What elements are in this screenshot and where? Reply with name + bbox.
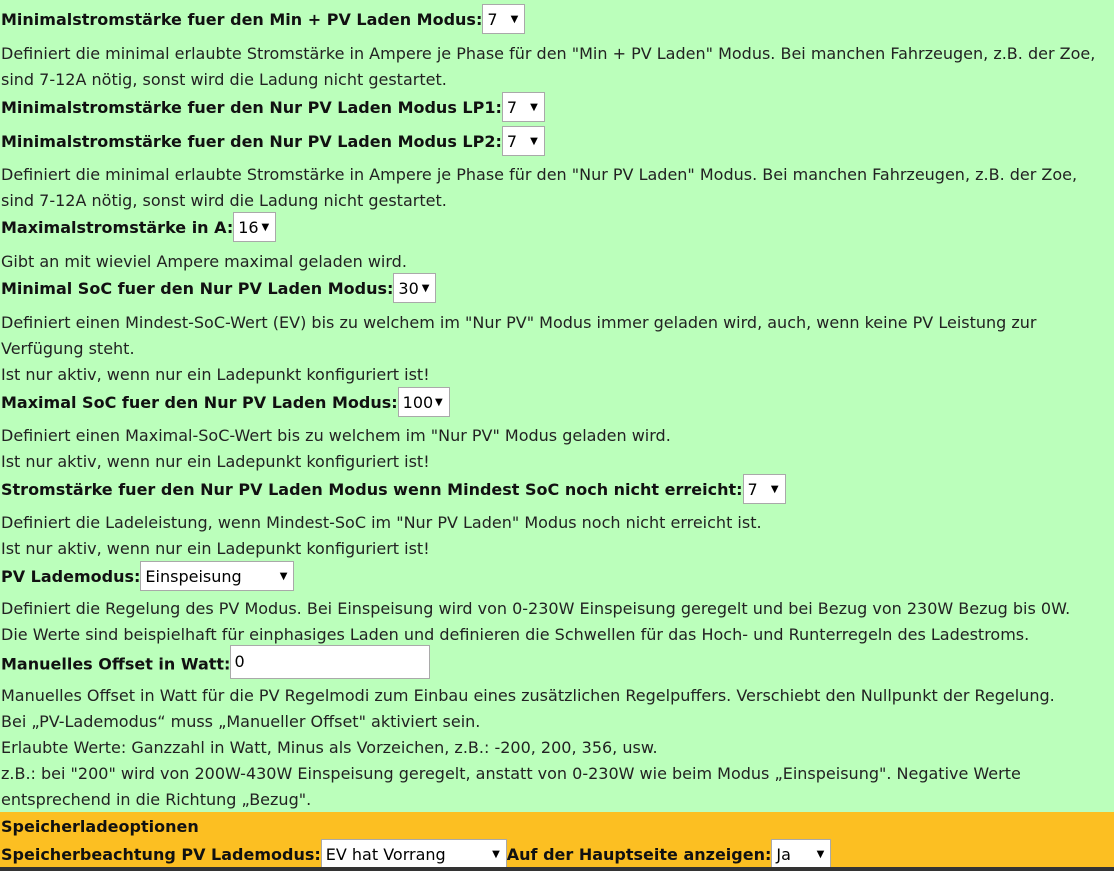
bottom-divider [0, 867, 1114, 871]
storage-heading: Speicherladeoptionen [1, 817, 199, 836]
storage-mode-label: Speicherbeachtung PV Lademodus: [1, 845, 321, 864]
chevron-down-icon: ▼ [510, 13, 519, 25]
min-pv-row: Minimalstromstärke fuer den Min + PV Lad… [1, 3, 526, 34]
max-a-description: Gibt an mit wieviel Ampere maximal gelad… [1, 252, 407, 271]
offset-input[interactable]: 0 [230, 645, 431, 679]
chevron-down-icon: ▼ [421, 282, 430, 294]
min-soc-label: Minimal SoC fuer den Nur PV Laden Modus: [1, 279, 394, 298]
nur-pv-description: Definiert die minimal erlaubte Stromstär… [1, 165, 1078, 210]
nur-pv-lp2-select-value: 7 [506, 131, 518, 151]
max-soc-description: Definiert einen Maximal-SoC-Wert bis zu … [1, 426, 671, 445]
pv-mode-label: PV Lademodus: [1, 567, 141, 586]
soc-current-note: Ist nur aktiv, wenn nur ein Ladepunkt ko… [1, 539, 430, 558]
soc-current-select[interactable]: 7 ▼ [742, 473, 786, 504]
pv-mode-row: PV Lademodus: Einspeisung ▼ [1, 560, 295, 591]
min-pv-select[interactable]: 7 ▼ [482, 3, 526, 34]
offset-note-2: Erlaubte Werte: Ganzzahl in Watt, Minus … [1, 738, 658, 757]
storage-mode-select[interactable]: EV hat Vorrang ▼ [320, 838, 507, 869]
soc-current-description: Definiert die Ladeleistung, wenn Mindest… [1, 513, 762, 532]
chevron-down-icon: ▼ [530, 135, 538, 147]
soc-current-select-value: 7 [747, 479, 758, 499]
max-a-label: Maximalstromstärke in A: [1, 218, 234, 237]
storage-show-select-value: Ja [776, 844, 791, 864]
min-pv-select-value: 7 [487, 9, 498, 29]
max-a-select[interactable]: 16 ▼ [233, 211, 277, 242]
max-a-row: Maximalstromstärke in A: 16 ▼ [1, 211, 277, 242]
nur-pv-lp1-select-value: 7 [506, 97, 518, 117]
min-soc-description: Definiert einen Mindest-SoC-Wert (EV) bi… [1, 313, 1037, 358]
max-soc-label: Maximal SoC fuer den Nur PV Laden Modus: [1, 393, 398, 412]
min-soc-select-value: 30 [398, 278, 419, 298]
max-soc-note: Ist nur aktiv, wenn nur ein Ladepunkt ko… [1, 452, 430, 471]
offset-note-3: z.B.: bei "200" wird von 200W-430W Einsp… [1, 764, 1021, 809]
chevron-down-icon: ▼ [530, 101, 538, 113]
chevron-down-icon: ▼ [816, 848, 825, 860]
offset-description: Manuelles Offset in Watt für die PV Rege… [1, 686, 1055, 705]
storage-mode-select-value: EV hat Vorrang [325, 844, 446, 864]
max-a-select-value: 16 [238, 217, 259, 237]
min-soc-note: Ist nur aktiv, wenn nur ein Ladepunkt ko… [1, 365, 430, 384]
pv-mode-select[interactable]: Einspeisung ▼ [140, 560, 295, 591]
chevron-down-icon: ▼ [434, 396, 443, 408]
min-pv-description: Definiert die minimal erlaubte Stromstär… [1, 44, 1096, 89]
storage-show-label: Auf der Hauptseite anzeigen: [506, 845, 772, 864]
soc-current-label: Stromstärke fuer den Nur PV Laden Modus … [1, 480, 743, 499]
max-soc-select-value: 100 [402, 392, 434, 412]
nur-pv-lp1-row: Minimalstromstärke fuer den Nur PV Laden… [1, 91, 545, 122]
min-soc-row: Minimal SoC fuer den Nur PV Laden Modus:… [1, 272, 437, 303]
min-pv-label: Minimalstromstärke fuer den Min + PV Lad… [1, 10, 483, 29]
pv-mode-description: Definiert die Regelung des PV Modus. Bei… [1, 599, 1071, 618]
soc-current-row: Stromstärke fuer den Nur PV Laden Modus … [1, 473, 786, 504]
nur-pv-lp1-select[interactable]: 7 ▼ [501, 91, 545, 122]
chevron-down-icon: ▼ [279, 570, 288, 582]
min-soc-select[interactable]: 30 ▼ [393, 272, 437, 303]
offset-label: Manuelles Offset in Watt: [1, 654, 231, 674]
pv-mode-note: Die Werte sind beispielhaft für einphasi… [1, 625, 1030, 644]
nur-pv-lp2-label: Minimalstromstärke fuer den Nur PV Laden… [1, 132, 502, 151]
pv-mode-select-value: Einspeisung [145, 566, 242, 586]
nur-pv-lp2-row: Minimalstromstärke fuer den Nur PV Laden… [1, 125, 545, 156]
offset-note-1: Bei „PV-Lademodus“ muss „Manueller Offse… [1, 712, 481, 731]
storage-mode-row: Speicherbeachtung PV Lademodus: EV hat Vo… [1, 838, 832, 869]
max-soc-row: Maximal SoC fuer den Nur PV Laden Modus:… [1, 386, 450, 417]
nur-pv-lp2-select[interactable]: 7 ▼ [501, 125, 545, 156]
chevron-down-icon: ▼ [770, 483, 779, 495]
offset-row: Manuelles Offset in Watt: 0 [1, 645, 431, 679]
chevron-down-icon: ▼ [492, 848, 500, 860]
storage-heading-row: Speicherladeoptionen [1, 814, 199, 840]
chevron-down-icon: ▼ [261, 221, 270, 233]
nur-pv-lp1-label: Minimalstromstärke fuer den Nur PV Laden… [1, 98, 502, 117]
storage-show-select[interactable]: Ja ▼ [771, 838, 832, 869]
max-soc-select[interactable]: 100 ▼ [397, 386, 450, 417]
